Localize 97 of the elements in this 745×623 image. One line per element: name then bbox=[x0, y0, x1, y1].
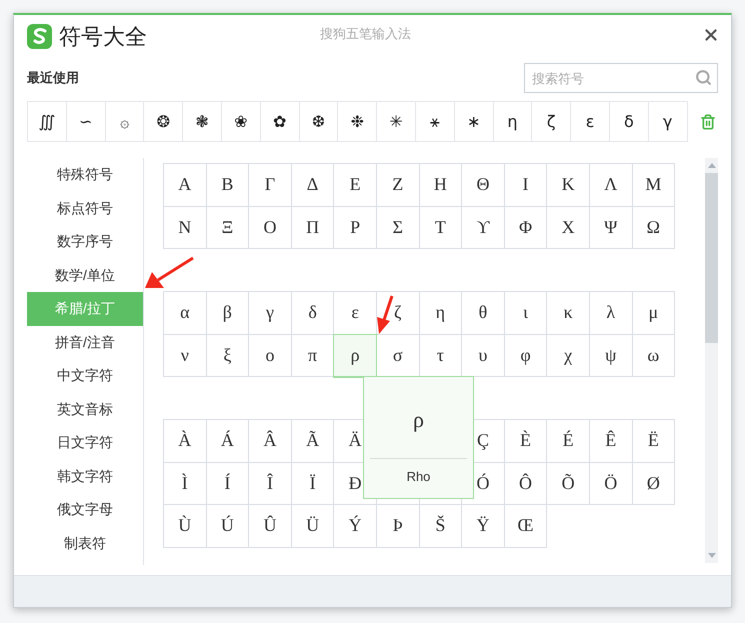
symbol-cell[interactable]: θ bbox=[462, 292, 505, 334]
symbol-cell[interactable]: ν bbox=[164, 334, 207, 377]
symbol-cell[interactable]: τ bbox=[420, 334, 462, 377]
category-tab[interactable]: 日文字符 bbox=[27, 426, 143, 460]
annotation-arrow bbox=[377, 296, 394, 334]
category-tab[interactable]: 英文音标 bbox=[27, 392, 143, 426]
symbol-cell[interactable]: Ε bbox=[334, 164, 377, 206]
preview-name: Rho bbox=[406, 468, 430, 486]
symbol-cell[interactable]: Î bbox=[249, 462, 292, 505]
ime-name: 搜狗五笔输入法 bbox=[320, 25, 411, 43]
annotation-arrow bbox=[145, 256, 194, 288]
symbol-cell[interactable]: Í bbox=[206, 462, 250, 505]
category-tab[interactable]: 数字序号 bbox=[27, 225, 143, 258]
symbol-cell[interactable]: Ο bbox=[249, 206, 292, 249]
symbol-cell[interactable]: Û bbox=[249, 505, 292, 548]
symbol-cell[interactable]: ω bbox=[632, 334, 676, 377]
symbol-cell[interactable]: Ξ bbox=[206, 206, 250, 249]
search-icon bbox=[695, 69, 712, 86]
category-tab[interactable]: 拼音/注音 bbox=[27, 326, 143, 359]
category-tab[interactable]: 标点符号 bbox=[27, 192, 143, 225]
symbol-cell[interactable]: É bbox=[547, 420, 590, 462]
symbol-cell[interactable]: Ý bbox=[334, 505, 377, 548]
trash-button[interactable] bbox=[700, 114, 716, 130]
symbol-cell[interactable]: Ω bbox=[632, 206, 676, 249]
symbol-cell[interactable]: Š bbox=[420, 505, 462, 548]
preview-symbol: ρ bbox=[413, 406, 424, 434]
symbol-cell[interactable]: Õ bbox=[547, 462, 590, 505]
symbol-cell[interactable]: ψ bbox=[590, 334, 633, 377]
symbol-cell[interactable]: χ bbox=[547, 334, 590, 377]
symbol-cell[interactable]: ι bbox=[504, 292, 548, 334]
symbol-cell[interactable]: ρ bbox=[334, 334, 377, 377]
category-tab[interactable]: 特殊符号 bbox=[27, 158, 143, 192]
symbol-cell[interactable]: Þ bbox=[376, 505, 420, 548]
symbol-cell[interactable]: Ι bbox=[504, 164, 548, 206]
symbol-cell[interactable]: ξ bbox=[206, 334, 250, 377]
category-tab[interactable]: 数学/单位 bbox=[27, 258, 143, 292]
category-tab[interactable]: 制表符 bbox=[27, 526, 143, 560]
symbol-cell[interactable]: Ö bbox=[590, 462, 633, 505]
symbol-cell[interactable]: β bbox=[206, 292, 250, 334]
scroll-up-icon[interactable] bbox=[706, 161, 716, 169]
symbol-cell[interactable]: Π bbox=[292, 206, 334, 249]
symbol-cell[interactable]: Γ bbox=[249, 164, 292, 206]
symbol-cell[interactable]: Ψ bbox=[590, 206, 633, 249]
symbol-cell[interactable]: λ bbox=[590, 292, 633, 334]
scrollbar[interactable] bbox=[705, 158, 718, 563]
symbol-cell[interactable]: Á bbox=[206, 420, 250, 462]
symbol-cell[interactable]: α bbox=[164, 292, 207, 334]
symbol-cell[interactable]: Φ bbox=[504, 206, 548, 249]
symbol-cell[interactable]: Α bbox=[164, 164, 207, 206]
symbol-cell[interactable]: δ bbox=[292, 292, 334, 334]
symbol-cell[interactable]: Ζ bbox=[376, 164, 420, 206]
symbol-cell[interactable]: Ÿ bbox=[462, 505, 505, 548]
category-tab[interactable]: 俄文字母 bbox=[27, 493, 143, 526]
symbol-cell[interactable]: μ bbox=[632, 292, 676, 334]
symbol-cell[interactable]: Ρ bbox=[334, 206, 377, 249]
symbol-cell[interactable]: Η bbox=[420, 164, 462, 206]
symbol-cell[interactable]: Ã bbox=[292, 420, 334, 462]
section-label: 最近使用 bbox=[27, 69, 79, 88]
app-title: 符号大全 bbox=[59, 22, 147, 50]
symbol-cell[interactable]: Ø bbox=[632, 462, 676, 505]
category-tab[interactable]: 中文字符 bbox=[27, 359, 143, 392]
symbol-cell[interactable]: ο bbox=[249, 334, 292, 377]
symbol-cell[interactable]: ε bbox=[334, 292, 377, 334]
logo-icon bbox=[27, 24, 52, 48]
symbol-cell[interactable]: Β bbox=[206, 164, 250, 206]
search-field[interactable]: 搜索符号 bbox=[524, 63, 718, 93]
symbol-cell[interactable]: Χ bbox=[547, 206, 590, 249]
symbol-cell[interactable]: π bbox=[292, 334, 334, 377]
symbol-cell[interactable]: È bbox=[504, 420, 548, 462]
symbol-cell[interactable]: σ bbox=[376, 334, 420, 377]
symbol-cell[interactable]: Ú bbox=[206, 505, 250, 548]
symbol-cell[interactable]: η bbox=[420, 292, 462, 334]
category-tab[interactable]: 韩文字符 bbox=[27, 460, 143, 493]
symbol-cell[interactable]: Ï bbox=[292, 462, 334, 505]
symbol-cell[interactable]: γ bbox=[249, 292, 292, 334]
symbol-cell[interactable]: Ì bbox=[164, 462, 207, 505]
scroll-down-icon[interactable] bbox=[706, 552, 716, 560]
symbol-cell[interactable]: κ bbox=[547, 292, 590, 334]
symbol-cell[interactable]: Μ bbox=[632, 164, 676, 206]
symbol-cell[interactable]: υ bbox=[462, 334, 505, 377]
symbol-cell[interactable]: Ô bbox=[504, 462, 548, 505]
symbol-cell[interactable]: Θ bbox=[462, 164, 505, 206]
symbol-cell[interactable]: Δ bbox=[292, 164, 334, 206]
symbol-cell[interactable]: Ν bbox=[164, 206, 207, 249]
symbol-cell[interactable]: ϒ bbox=[462, 206, 505, 249]
symbol-cell[interactable]: Ê bbox=[590, 420, 633, 462]
symbol-cell[interactable]: Λ bbox=[590, 164, 633, 206]
symbol-cell[interactable]: Ë bbox=[632, 420, 676, 462]
symbol-cell[interactable]: Τ bbox=[420, 206, 462, 249]
symbol-cell[interactable]: Ù bbox=[164, 505, 207, 548]
symbol-cell[interactable]: φ bbox=[504, 334, 548, 377]
symbol-cell[interactable]: À bbox=[164, 420, 207, 462]
symbol-cell[interactable]: Σ bbox=[376, 206, 420, 249]
symbol-cell[interactable]: Œ bbox=[504, 505, 548, 548]
symbol-cell[interactable]: Â bbox=[249, 420, 292, 462]
symbol-cell[interactable]: Κ bbox=[547, 164, 590, 206]
symbol-cell[interactable]: Ü bbox=[292, 505, 334, 548]
